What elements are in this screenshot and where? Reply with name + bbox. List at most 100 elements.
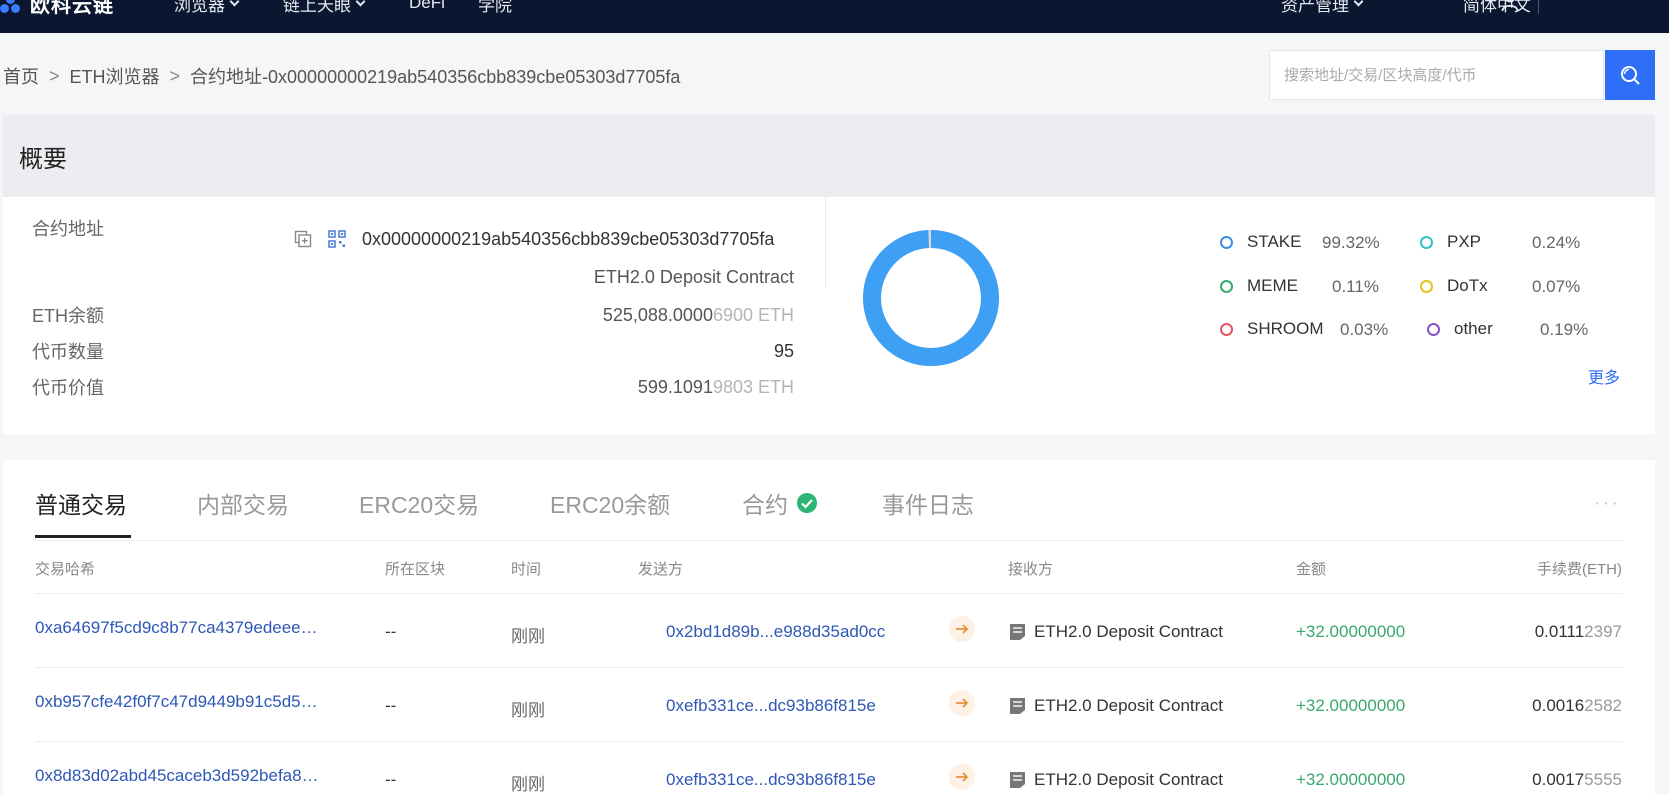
more-tabs-button[interactable]: ··· (1594, 492, 1620, 515)
tx-time: 刚刚 (511, 627, 545, 646)
tx-block: -- (385, 696, 397, 715)
legend-name: SHROOM (1247, 319, 1324, 338)
search-input[interactable] (1270, 51, 1603, 99)
legend-item-stake: STAKE (1220, 232, 1301, 252)
legend-name: other (1454, 319, 1493, 338)
chevron-down-icon (355, 0, 366, 6)
tx-fee-main: 0.0111 (1534, 622, 1585, 641)
tx-amount: +32.00000000 (1296, 770, 1406, 789)
tx-amount: +32.00000000 (1296, 622, 1406, 641)
tx-hash-link[interactable]: 0x8d83d02abd45caceb3d592befa8… (35, 766, 319, 786)
tx-hash-link[interactable]: 0xb957cfe42f0f7c47d9449b91c5d5… (35, 692, 318, 712)
logo[interactable]: 欧科云链 (0, 0, 114, 18)
arrow-right-icon (949, 764, 975, 790)
breadcrumb-eth-browser[interactable]: ETH浏览器 (70, 63, 160, 89)
legend-item-other: other (1427, 319, 1493, 339)
nav-divider (1538, 0, 1539, 14)
copy-icon[interactable] (294, 230, 312, 248)
legend-dot-icon (1420, 279, 1433, 293)
nav-asset-management-menu[interactable]: 资产管理 (1281, 0, 1364, 18)
tx-from-link[interactable]: 0x2bd1d89b...e988d35ad0cc (666, 622, 885, 642)
legend-item-shroom: SHROOM (1220, 319, 1324, 339)
tx-fee-main: 0.0016 (1532, 696, 1585, 715)
legend-pct: 0.24% (1532, 233, 1581, 252)
nav-browser-menu[interactable]: 浏览器 (174, 0, 240, 18)
tab-label: 普通交易 (35, 492, 127, 518)
tab-erc20-balance[interactable]: ERC20余额 (550, 486, 670, 520)
arrow-right-icon (949, 690, 975, 716)
tx-block: -- (385, 770, 397, 789)
donut-stake-segment (863, 230, 999, 366)
chevron-down-icon (1353, 0, 1364, 6)
legend-item-pxp: PXP (1420, 232, 1481, 252)
legend-item-meme: MEME (1220, 276, 1298, 296)
language-selector[interactable]: 简体中文 (1463, 0, 1531, 18)
breadcrumb-current: 合约地址-0x00000000219ab540356cbb839cbe05303… (190, 67, 681, 87)
tx-hash-link[interactable]: 0xa64697f5cd9c8b77ca4379edeee… (35, 618, 318, 638)
token-value-dim: 9803 ETH (712, 377, 794, 397)
nav-onchain-eye-menu[interactable]: 链上天眼 (283, 0, 366, 18)
token-value-label: 代币价值 (32, 378, 104, 398)
row-divider (35, 667, 1622, 668)
tab-label: ERC20余额 (550, 492, 671, 518)
nav-defi[interactable]: DeFi (409, 0, 445, 18)
nav-academy[interactable]: 学院 (478, 0, 512, 18)
overview-divider (825, 108, 826, 288)
qr-code-icon[interactable] (328, 230, 346, 248)
nav-academy-label: 学院 (478, 0, 512, 15)
legend-name: MEME (1247, 276, 1298, 295)
col-header-time: 时间 (511, 561, 542, 578)
col-header-to: 接收方 (1008, 561, 1054, 578)
verified-check-icon (797, 493, 817, 513)
tx-fee-dim: 2397 (1584, 622, 1622, 641)
legend-dot-icon (1220, 322, 1233, 336)
search-button[interactable] (1605, 50, 1655, 100)
language-label: 简体中文 (1463, 0, 1531, 15)
contract-doc-icon (1010, 624, 1025, 640)
tab-label: 事件日志 (882, 492, 974, 518)
overview-title: 概要 (19, 145, 67, 173)
legend-dot-icon (1427, 322, 1440, 336)
tab-label: ERC20交易 (359, 492, 480, 518)
legend-item-dotx: DoTx (1420, 276, 1488, 296)
tab-normal-transactions[interactable]: 普通交易 (35, 486, 127, 520)
overview-panel: 概要 (3, 115, 1655, 434)
tx-fee-main: 0.0017 (1532, 770, 1585, 789)
token-value-value: 599.10919803 ETH (638, 377, 794, 398)
tab-label: 内部交易 (197, 492, 289, 518)
legend-dot-icon (1220, 235, 1233, 249)
token-count-label: 代币数量 (32, 342, 104, 362)
contract-doc-icon (1010, 772, 1025, 788)
tab-erc20-transactions[interactable]: ERC20交易 (359, 486, 479, 520)
tab-contract[interactable]: 合约 (742, 486, 818, 520)
nav-browser-label: 浏览器 (174, 0, 225, 15)
tx-fee-dim: 2582 (1584, 696, 1622, 715)
tx-from-link[interactable]: 0xefb331ce...dc93b86f815e (666, 770, 876, 790)
tx-to-contract[interactable]: ETH2.0 Deposit Contract (1034, 622, 1223, 642)
eth-balance-dim: 6900 ETH (712, 305, 794, 325)
token-distribution-donut (863, 230, 999, 366)
tab-event-logs[interactable]: 事件日志 (882, 486, 974, 520)
contract-address-value[interactable]: 0x00000000219ab540356cbb839cbe05303d7705… (362, 229, 774, 250)
nav-defi-label: DeFi (409, 0, 445, 12)
legend-dot-icon (1420, 235, 1433, 249)
tx-fee-dim: 5555 (1584, 770, 1622, 789)
row-divider (35, 593, 1622, 594)
breadcrumb-separator: > (169, 65, 181, 86)
contract-doc-icon (1010, 698, 1025, 714)
legend-pct: 0.11% (1332, 277, 1379, 296)
overview-header: 概要 (3, 115, 1655, 197)
tx-to-contract[interactable]: ETH2.0 Deposit Contract (1034, 696, 1223, 716)
tx-to-contract[interactable]: ETH2.0 Deposit Contract (1034, 770, 1223, 790)
eth-balance-label: ETH余额 (32, 306, 104, 326)
legend-pct: 0.07% (1532, 277, 1581, 296)
legend-dot-icon (1220, 279, 1233, 293)
tx-amount: +32.00000000 (1296, 696, 1406, 715)
more-tokens-link[interactable]: 更多 (1588, 364, 1620, 388)
tab-internal-transactions[interactable]: 内部交易 (197, 486, 289, 520)
tx-fee: 0.00175555 (1532, 770, 1622, 790)
tx-from-link[interactable]: 0xefb331ce...dc93b86f815e (666, 696, 876, 716)
tabs-divider (35, 540, 1622, 541)
breadcrumb-home[interactable]: 首页 (3, 63, 39, 89)
col-header-amount: 金额 (1296, 561, 1327, 578)
